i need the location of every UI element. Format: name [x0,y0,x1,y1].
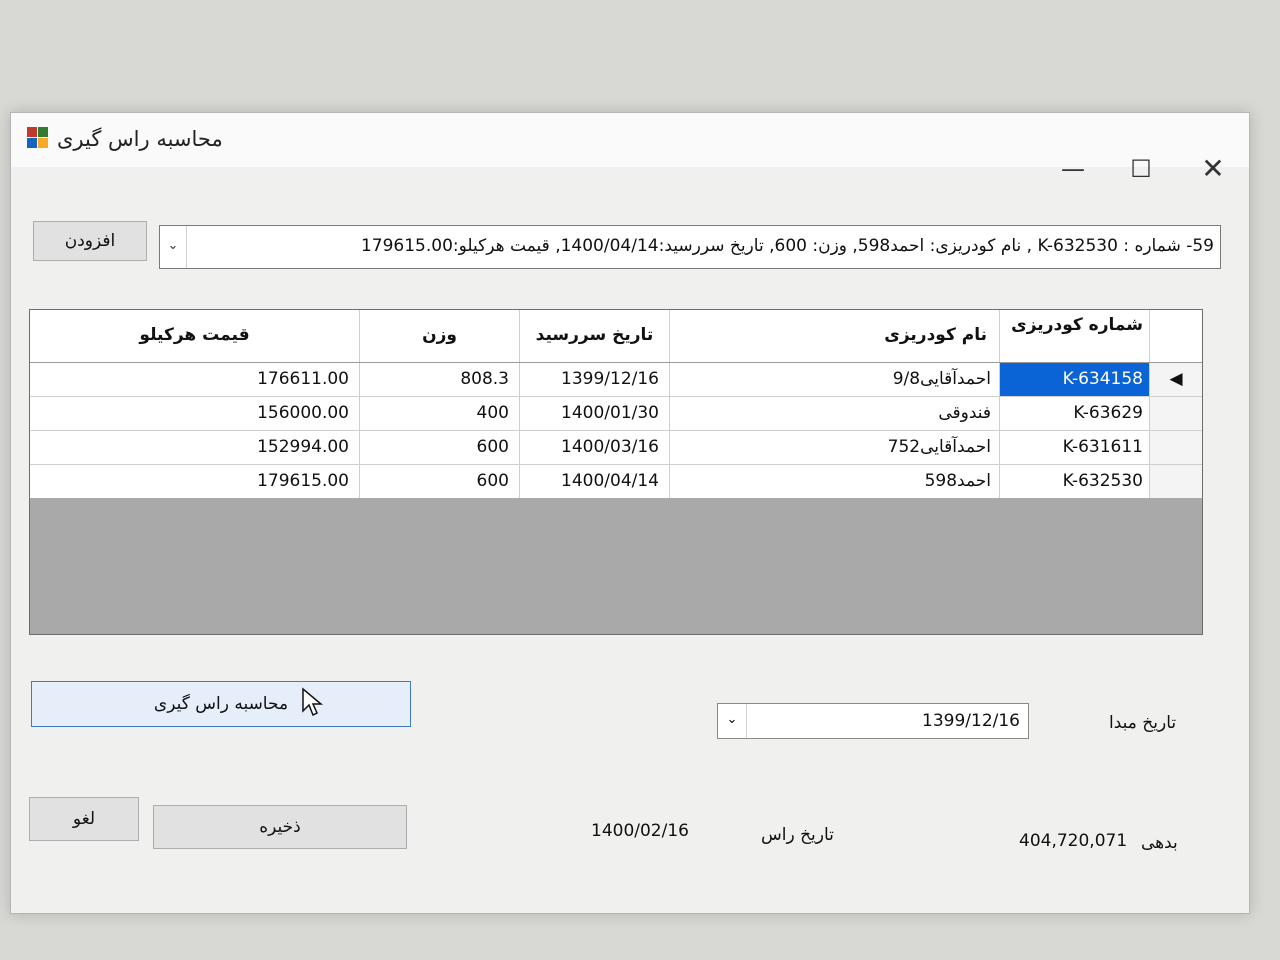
record-combo[interactable]: ⌄ 59- شماره : K-632530 , نام کودریزی: اح… [159,225,1221,269]
row-selector[interactable] [1150,397,1202,431]
chevron-down-icon[interactable]: ⌄ [718,704,747,738]
maximize-button[interactable]: ☐ [1111,147,1171,191]
table-row[interactable]: 152994.00 600 1400/03/16 احمدآقایی752 K-… [30,431,1202,465]
cell-due-date[interactable]: 1400/01/30 [520,397,670,431]
cell-price[interactable]: 156000.00 [30,397,360,431]
app-icon [27,127,49,149]
header-row-selector [1150,310,1202,362]
row-selector-arrow-icon[interactable]: ◀ [1150,363,1202,397]
cell-code[interactable]: K-634158 [1000,363,1150,397]
grid-empty-area [30,498,1202,634]
cancel-button[interactable]: لغو [29,797,139,841]
cell-price[interactable]: 152994.00 [30,431,360,465]
calculate-button[interactable]: محاسبه راس گیری [31,681,411,727]
header-price[interactable]: قیمت هرکیلو [30,310,360,362]
data-grid[interactable]: قیمت هرکیلو وزن تاریخ سررسید نام کودریزی… [29,309,1203,635]
cell-code[interactable]: K-631611 [1000,431,1150,465]
window-title: محاسبه راس گیری [57,127,223,151]
start-date-value: 1399/12/16 [922,711,1020,731]
cell-due-date[interactable]: 1400/03/16 [520,431,670,465]
due-date-label: تاریخ راس [761,825,834,845]
header-due-date[interactable]: تاریخ سررسید [520,310,670,362]
header-name[interactable]: نام کودریزی [670,310,1000,362]
start-date-picker[interactable]: ⌄ 1399/12/16 [717,703,1029,739]
table-row[interactable]: 156000.00 400 1400/01/30 فندوقی K-63629 [30,397,1202,431]
cell-weight[interactable]: 400 [360,397,520,431]
cell-name[interactable]: فندوقی [670,397,1000,431]
cell-weight[interactable]: 600 [360,431,520,465]
add-button[interactable]: افزودن [33,221,147,261]
debt-label: بدهی [1141,833,1178,853]
cell-weight[interactable]: 808.3 [360,363,520,397]
start-date-label: تاریخ مبدا [1109,713,1177,733]
header-weight[interactable]: وزن [360,310,520,362]
record-combo-text: 59- شماره : K-632530 , نام کودریزی: احمد… [360,236,1214,256]
grid-header: قیمت هرکیلو وزن تاریخ سررسید نام کودریزی… [30,310,1202,363]
cell-code[interactable]: K-63629 [1000,397,1150,431]
row-selector[interactable] [1150,431,1202,465]
save-button[interactable]: ذخیره [153,805,407,849]
cell-due-date[interactable]: 1400/04/14 [520,465,670,499]
row-selector[interactable] [1150,465,1202,499]
app-window: محاسبه راس گیری — ☐ ✕ افزودن ⌄ 59- شماره… [10,112,1250,914]
table-row[interactable]: 179615.00 600 1400/04/14 احمد598 K-63253… [30,465,1202,499]
table-row[interactable]: 176611.00 808.3 1399/12/16 احمدآقایی9/8 … [30,363,1202,397]
cell-price[interactable]: 176611.00 [30,363,360,397]
cell-name[interactable]: احمدآقایی752 [670,431,1000,465]
close-button[interactable]: ✕ [1183,147,1243,191]
mouse-cursor-icon [302,687,323,717]
debt-value: 404,720,071 [1019,831,1128,851]
cell-weight[interactable]: 600 [360,465,520,499]
cell-name[interactable]: احمدآقایی9/8 [670,363,1000,397]
cell-price[interactable]: 179615.00 [30,465,360,499]
header-code[interactable]: شماره کودریزی [1000,310,1150,362]
due-date-value: 1400/02/16 [591,821,689,841]
chevron-down-icon[interactable]: ⌄ [160,226,187,268]
cell-code[interactable]: K-632530 [1000,465,1150,499]
cell-name[interactable]: احمد598 [670,465,1000,499]
minimize-button[interactable]: — [1043,147,1103,191]
cell-due-date[interactable]: 1399/12/16 [520,363,670,397]
